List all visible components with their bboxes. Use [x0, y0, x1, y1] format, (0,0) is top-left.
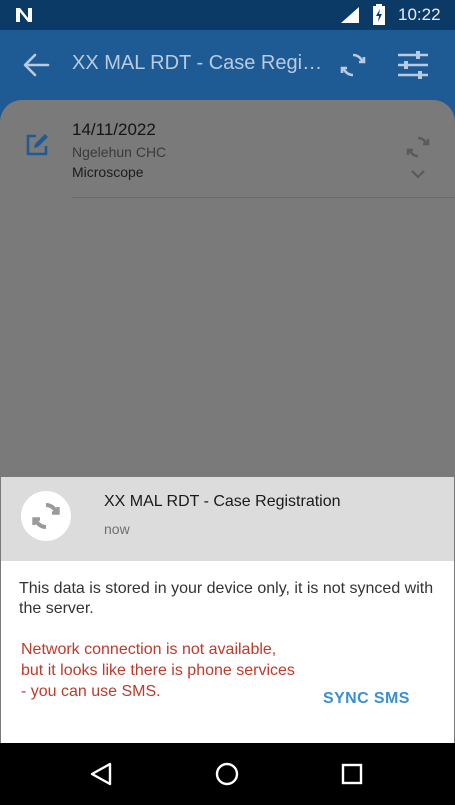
network-warning-text: Network connection is not available, but… — [21, 641, 295, 700]
sync-icon[interactable] — [338, 50, 368, 80]
filter-icon[interactable] — [396, 50, 430, 80]
sheet-header: XX MAL RDT - Case Registration now — [1, 477, 454, 561]
sheet-timestamp: now — [104, 521, 130, 537]
event-org-unit: Ngelehun CHC — [72, 144, 167, 160]
system-nav-bar — [0, 743, 455, 805]
sync-icon — [32, 503, 60, 529]
chevron-down-icon[interactable] — [410, 168, 426, 180]
event-date: 14/11/2022 — [72, 120, 156, 139]
signal-icon — [341, 7, 359, 23]
sheet-title: XX MAL RDT - Case Registration — [104, 493, 341, 510]
sheet-avatar — [21, 491, 71, 541]
nav-back-icon[interactable] — [88, 761, 114, 787]
app-bar: XX MAL RDT - Case Registration — [0, 30, 455, 100]
clock: 10:22 — [398, 5, 441, 24]
row-divider — [72, 197, 455, 198]
nav-recents-icon[interactable] — [340, 762, 364, 786]
battery-icon — [373, 4, 385, 25]
sync-bottom-sheet: XX MAL RDT - Case Registration now This … — [1, 477, 454, 743]
status-bar: 10:22 — [0, 0, 455, 30]
event-program-stage: Microscope — [72, 164, 144, 180]
event-sync-icon[interactable] — [405, 134, 431, 160]
event-list-item[interactable]: 14/11/2022 Ngelehun CHC Microscope — [0, 100, 455, 200]
back-arrow-icon[interactable] — [22, 52, 50, 78]
page-title: XX MAL RDT - Case Registration — [72, 52, 324, 74]
edit-icon — [26, 134, 48, 156]
n-logo-icon — [16, 8, 32, 22]
sync-info-text: This data is stored in your device only,… — [19, 580, 434, 617]
sync-sms-button[interactable]: SYNC SMS — [323, 690, 410, 708]
nav-home-icon[interactable] — [214, 761, 240, 787]
